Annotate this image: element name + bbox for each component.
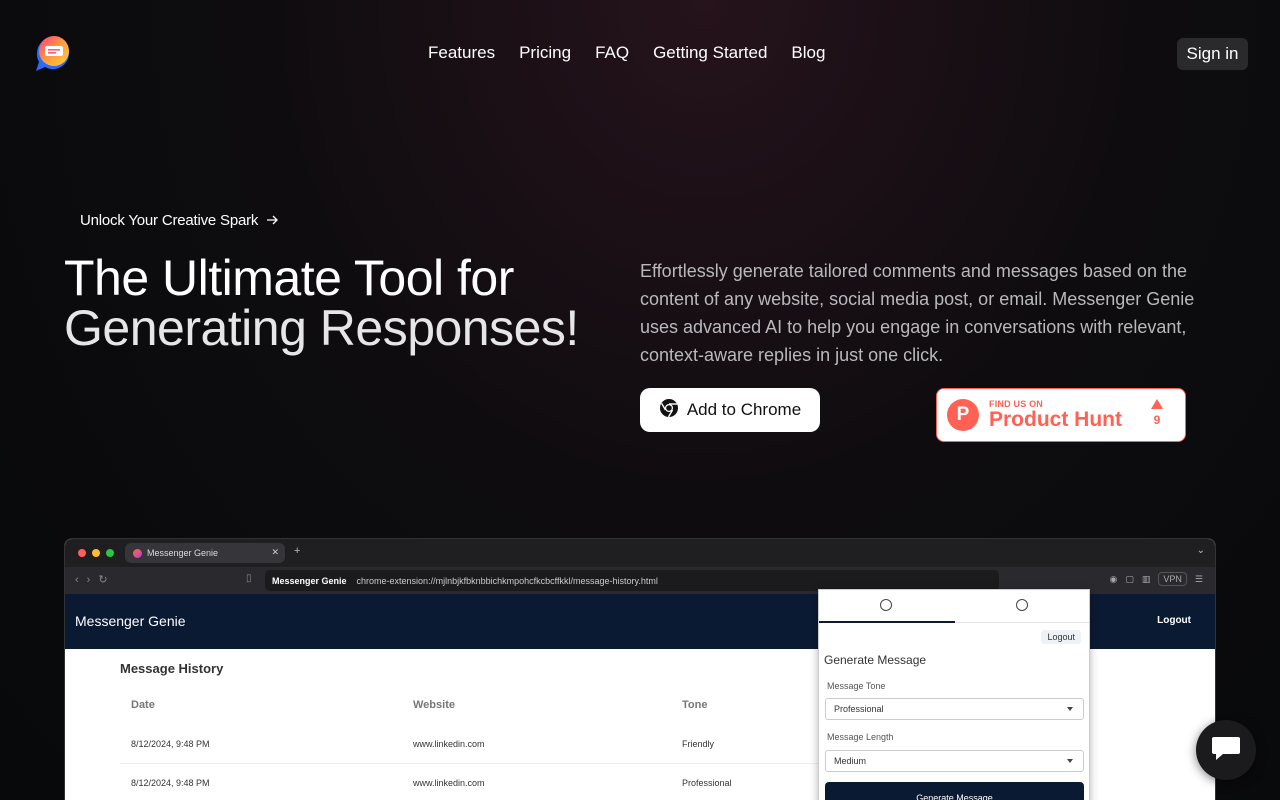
caret-down-icon bbox=[1067, 707, 1073, 711]
browser-tab-bar: Messenger Genie ✕ + ⌄ bbox=[65, 539, 1215, 567]
length-label: Message Length bbox=[827, 732, 894, 742]
browser-tab-title: Messenger Genie bbox=[147, 548, 219, 558]
browser-nav-icons: ‹›↻ bbox=[75, 574, 116, 586]
active-tab-indicator bbox=[819, 621, 955, 623]
messenger-genie-logo-icon[interactable] bbox=[33, 33, 73, 73]
hero-title-line2: Generating Responses! bbox=[64, 300, 579, 356]
generate-message-button: Generate Message bbox=[825, 782, 1084, 800]
menu-icon: ☰ bbox=[1194, 573, 1203, 584]
tone-label: Message Tone bbox=[827, 681, 886, 691]
eyebrow-link[interactable]: Unlock Your Creative Spark bbox=[80, 212, 279, 229]
product-hunt-p-icon: P bbox=[947, 399, 979, 431]
bookmark-icon: ▯ bbox=[246, 573, 252, 584]
table-cell: Professional bbox=[682, 778, 732, 788]
extension-icons: ◉ ▢ ▥ VPN ☰ bbox=[1110, 572, 1203, 586]
product-hunt-badge[interactable]: P FIND US ON Product Hunt 9 bbox=[936, 388, 1186, 442]
add-to-chrome-label: Add to Chrome bbox=[686, 400, 802, 419]
hero-title: The Ultimate Tool for Generating Respons… bbox=[64, 253, 624, 353]
caret-down-icon bbox=[1067, 759, 1073, 763]
url-text: chrome-extension://mjlnbjkfbknbbichkmpoh… bbox=[356, 575, 658, 586]
app-title: Messenger Genie bbox=[75, 613, 186, 629]
history-tab-icon bbox=[1016, 599, 1028, 611]
extension-popup: Logout Generate Message Message Tone Pro… bbox=[818, 589, 1090, 800]
tab-close-icon: ✕ bbox=[271, 547, 279, 557]
app-logout: Logout bbox=[1157, 615, 1191, 626]
sidebar-icon: ▥ bbox=[1141, 573, 1151, 584]
url-field: Messenger Genie chrome-extension://mjlnb… bbox=[265, 570, 999, 591]
table-cell: 8/12/2024, 9:48 PM bbox=[131, 778, 210, 788]
tab-favicon-icon bbox=[133, 548, 142, 558]
chat-bubble-icon bbox=[1211, 735, 1241, 766]
column-header-date: Date bbox=[131, 699, 155, 711]
nav-link-pricing[interactable]: Pricing bbox=[519, 43, 571, 63]
nav-link-faq[interactable]: FAQ bbox=[595, 43, 629, 63]
window-minimize-dot bbox=[92, 549, 100, 557]
vpn-badge: VPN bbox=[1158, 572, 1187, 586]
product-hunt-vote-count: 9 bbox=[1153, 413, 1161, 427]
puzzle-icon: ▢ bbox=[1125, 573, 1134, 584]
browser-tab: Messenger Genie ✕ bbox=[125, 543, 285, 563]
product-hunt-big-text: Product Hunt bbox=[989, 408, 1122, 431]
nav-link-getting-started[interactable]: Getting Started bbox=[653, 43, 767, 63]
chrome-icon bbox=[659, 398, 679, 423]
hero-title-line1: The Ultimate Tool for bbox=[64, 250, 514, 306]
window-close-dot bbox=[78, 549, 86, 557]
top-nav: Features Pricing FAQ Getting Started Blo… bbox=[0, 0, 1280, 106]
tab-list-chevron-icon: ⌄ bbox=[1196, 545, 1205, 556]
hero-description: Effortlessly generate tailored comments … bbox=[640, 261, 1195, 365]
length-select: Medium bbox=[825, 750, 1084, 772]
extension-icon: ◉ bbox=[1109, 573, 1118, 584]
table-cell: 8/12/2024, 9:48 PM bbox=[131, 739, 210, 749]
url-site-label: Messenger Genie bbox=[272, 575, 347, 586]
table-cell: www.linkedin.com bbox=[413, 778, 485, 788]
nav-link-features[interactable]: Features bbox=[428, 43, 495, 63]
arrow-right-icon bbox=[267, 212, 279, 229]
eyebrow-text: Unlock Your Creative Spark bbox=[80, 212, 259, 229]
window-maximize-dot bbox=[106, 549, 114, 557]
nav-link-blog[interactable]: Blog bbox=[791, 43, 825, 63]
popup-tabs bbox=[819, 590, 1089, 623]
column-header-tone: Tone bbox=[682, 699, 708, 711]
column-header-website: Website bbox=[413, 699, 455, 711]
popup-logout: Logout bbox=[1041, 630, 1081, 644]
tone-value: Professional bbox=[834, 704, 884, 714]
nav-links: Features Pricing FAQ Getting Started Blo… bbox=[428, 43, 825, 63]
table-cell: Friendly bbox=[682, 739, 715, 749]
product-hunt-votes: 9 bbox=[1151, 399, 1163, 427]
upvote-triangle-icon bbox=[1151, 399, 1163, 409]
length-value: Medium bbox=[834, 756, 867, 766]
popup-title: Generate Message bbox=[824, 653, 927, 667]
add-to-chrome-button[interactable]: Add to Chrome bbox=[640, 388, 820, 432]
row-divider bbox=[120, 763, 820, 764]
new-tab-plus-icon: + bbox=[294, 545, 301, 557]
chat-tab-icon bbox=[880, 599, 892, 611]
table-cell: www.linkedin.com bbox=[413, 739, 485, 749]
tone-select: Professional bbox=[825, 698, 1084, 720]
history-title: Message History bbox=[120, 661, 224, 676]
sign-in-button[interactable]: Sign in bbox=[1177, 38, 1248, 70]
chat-widget-button[interactable] bbox=[1196, 720, 1256, 780]
